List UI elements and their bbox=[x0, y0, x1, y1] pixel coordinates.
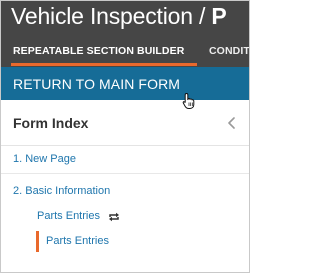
hand-cursor-icon bbox=[182, 92, 195, 109]
form-index-item-label: 1. New Page bbox=[13, 153, 76, 165]
tab-conditions[interactable]: CONDIT bbox=[209, 45, 249, 63]
form-index-title: Form Index bbox=[13, 115, 89, 131]
active-item-marker bbox=[36, 231, 39, 252]
form-builder-panel: Vehicle Inspection / P REPEATABLE SECTIO… bbox=[0, 0, 250, 273]
form-index-item-new-page[interactable]: 1. New Page bbox=[1, 146, 249, 174]
sub-item-parts-entries[interactable]: Parts Entries bbox=[37, 210, 100, 222]
form-title-suffix: P bbox=[211, 3, 227, 29]
form-index-item-basic-information: 2. Basic Information Parts Entries Parts… bbox=[1, 174, 249, 272]
form-index-item-label[interactable]: 2. Basic Information bbox=[13, 185, 110, 197]
repeat-icon bbox=[109, 212, 119, 222]
active-tab-indicator bbox=[11, 63, 197, 66]
return-button-label: RETURN TO MAIN FORM bbox=[13, 76, 181, 92]
form-title: Vehicle Inspection / P bbox=[11, 3, 227, 30]
return-to-main-form-button[interactable]: RETURN TO MAIN FORM bbox=[1, 67, 249, 100]
app-header: Vehicle Inspection / P REPEATABLE SECTIO… bbox=[1, 1, 249, 67]
form-index-header: Form Index bbox=[1, 100, 249, 146]
form-title-text: Vehicle Inspection / bbox=[11, 3, 212, 29]
sub-item-parts-entries-active[interactable]: Parts Entries bbox=[46, 235, 109, 247]
tab-repeatable-section-builder[interactable]: REPEATABLE SECTION BUILDER bbox=[13, 45, 184, 63]
chevron-left-icon[interactable] bbox=[227, 116, 237, 130]
